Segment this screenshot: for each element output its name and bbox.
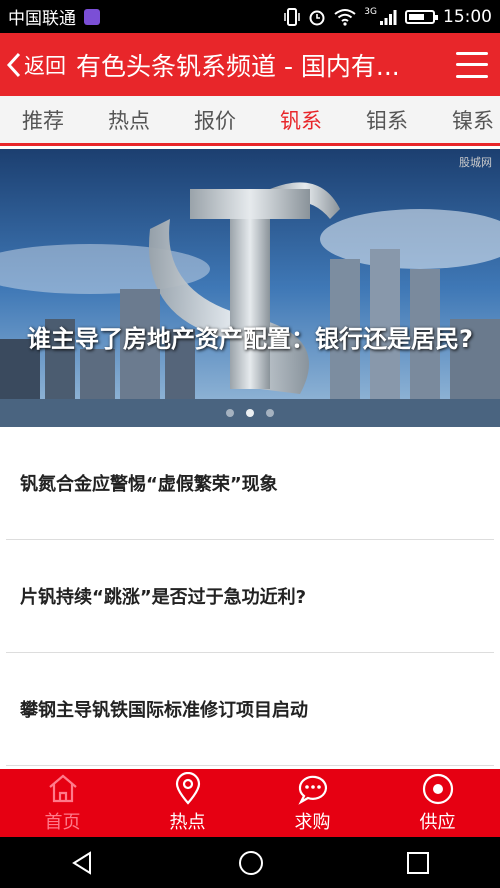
app-header: 返回 有色头条钒系频道 - 国内有... — [0, 33, 500, 96]
system-navigation-bar — [0, 837, 500, 888]
app-notification-icon — [84, 8, 100, 25]
nav-label: 首页 — [44, 812, 81, 833]
recents-square-icon[interactable] — [406, 851, 430, 875]
bottom-navigation: 首页 热点 求购 供应 — [0, 769, 500, 837]
tab-1[interactable]: 热点 — [86, 105, 172, 135]
back-button[interactable]: 返回 — [6, 50, 66, 80]
news-item[interactable]: 攀钢主导钒铁国际标准修订项目启动 — [6, 653, 494, 766]
nav-item-0[interactable]: 首页 — [0, 769, 125, 837]
nav-label: 热点 — [169, 812, 206, 833]
signal-icon — [380, 9, 397, 25]
news-list: 钒氮合金应警惕“虚假繁荣”现象片钒持续“跳涨”是否过于急功近利? 攀钢主导钒铁国际… — [0, 427, 500, 766]
carousel-dot[interactable] — [266, 409, 274, 417]
home-circle-icon[interactable] — [237, 849, 265, 877]
nav-item-3[interactable]: 供应 — [375, 769, 500, 837]
location-pin-icon — [175, 772, 200, 805]
vibrate-icon — [284, 7, 301, 26]
back-triangle-icon[interactable] — [70, 850, 96, 876]
nav-item-2[interactable]: 求购 — [250, 769, 375, 837]
tab-3[interactable]: 钒系 — [258, 105, 344, 135]
battery-icon — [405, 9, 438, 24]
page-title: 有色头条钒系频道 - 国内有... — [76, 51, 400, 81]
tab-5[interactable]: 镍系 — [430, 105, 500, 135]
news-item[interactable]: 片钒持续“跳涨”是否过于急功近利? — [6, 540, 494, 653]
news-title: 片钒持续“跳涨”是否过于急功近利? — [20, 587, 307, 608]
alarm-icon — [309, 10, 325, 25]
nav-label: 求购 — [294, 812, 331, 833]
home-icon — [48, 774, 77, 803]
nav-item-1[interactable]: 热点 — [125, 769, 250, 837]
chat-bubble-icon — [297, 775, 327, 805]
carousel-dots — [0, 409, 500, 417]
banner-caption[interactable]: 谁主导了房地产资产配置：银行还是居民? — [20, 321, 480, 357]
banner-carousel[interactable]: 股城网 谁主导了房地产资产配置：银行还是居民? — [0, 149, 500, 427]
network-label: 3G — [364, 6, 377, 17]
carousel-dot[interactable] — [226, 409, 234, 417]
tab-4[interactable]: 钼系 — [344, 105, 430, 135]
target-circle-icon — [422, 773, 453, 805]
carrier-label: 中国联通 — [8, 9, 76, 29]
nav-label: 供应 — [419, 812, 456, 833]
tab-2[interactable]: 报价 — [172, 105, 258, 135]
news-item[interactable]: 钒氮合金应警惕“虚假繁荣”现象 — [6, 427, 494, 540]
banner-image — [0, 149, 500, 427]
banner-watermark: 股城网 — [459, 156, 492, 169]
news-title: 攀钢主导钒铁国际标准修订项目启动 — [20, 700, 308, 721]
chevron-left-icon — [6, 52, 21, 77]
tab-0[interactable]: 推荐 — [0, 105, 86, 135]
carousel-dot[interactable] — [246, 409, 254, 417]
news-title: 钒氮合金应警惕“虚假繁荣”现象 — [20, 474, 278, 495]
wifi-icon — [334, 8, 356, 26]
clock-label: 15:00 — [443, 6, 492, 27]
category-tabs: 推荐 热点 报价 钒系 钼系 镍系 — [0, 96, 500, 146]
menu-icon[interactable] — [456, 51, 488, 78]
back-label: 返回 — [24, 53, 66, 78]
status-bar: 中国联通 3G 15:00 — [0, 0, 500, 33]
